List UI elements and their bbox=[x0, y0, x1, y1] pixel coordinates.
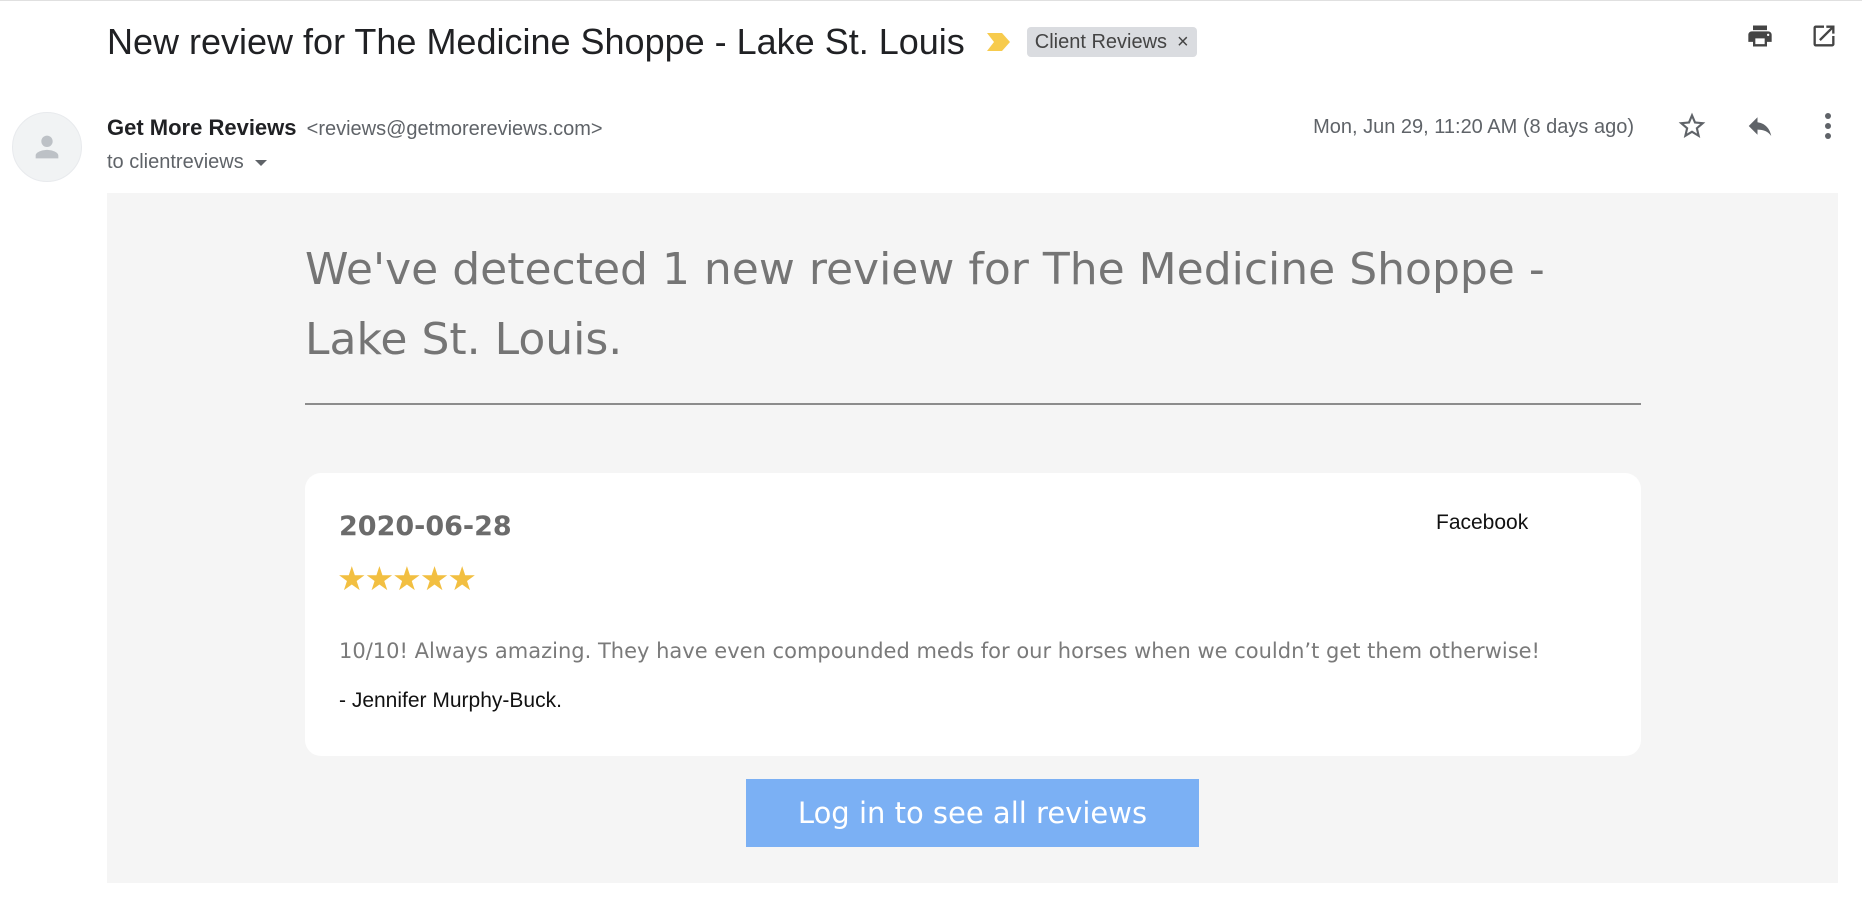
reply-icon[interactable] bbox=[1744, 110, 1776, 142]
label-chip-text: Client Reviews bbox=[1034, 30, 1168, 53]
review-card: 2020-06-28 Facebook ★★★★★ 10/10! Always … bbox=[305, 473, 1641, 756]
sender-line: Get More Reviews <reviews@getmorereviews… bbox=[107, 115, 603, 141]
subject-row: New review for The Medicine Shoppe - Lak… bbox=[107, 14, 1197, 70]
sender-avatar[interactable] bbox=[12, 112, 82, 182]
login-button[interactable]: Log in to see all reviews bbox=[746, 779, 1199, 847]
divider bbox=[305, 403, 1641, 405]
important-marker-icon[interactable] bbox=[985, 32, 1011, 52]
open-in-new-window-icon[interactable] bbox=[1808, 20, 1840, 52]
email-date: Mon, Jun 29, 11:20 AM (8 days ago) bbox=[1313, 116, 1634, 138]
sender-name[interactable]: Get More Reviews bbox=[107, 115, 297, 140]
default-avatar-icon bbox=[35, 135, 59, 159]
remove-label-button[interactable]: × bbox=[1177, 31, 1189, 54]
email-body: We've detected 1 new review for The Medi… bbox=[107, 193, 1838, 883]
recipient-details-toggle[interactable]: to clientreviews bbox=[107, 151, 268, 174]
sender-email: <reviews@getmorereviews.com> bbox=[306, 118, 603, 140]
caret-down-icon bbox=[254, 159, 267, 166]
email-subject: New review for The Medicine Shoppe - Lak… bbox=[107, 21, 965, 62]
review-source: Facebook bbox=[1436, 511, 1529, 534]
more-vertical-icon[interactable] bbox=[1812, 110, 1844, 142]
review-author: - Jennifer Murphy-Buck. bbox=[339, 689, 562, 712]
print-icon[interactable] bbox=[1744, 20, 1776, 52]
recipient-text: to clientreviews bbox=[107, 151, 244, 173]
label-chip: Client Reviews × bbox=[1026, 27, 1197, 57]
star-rating: ★★★★★ bbox=[337, 560, 477, 597]
message-actions bbox=[1676, 110, 1844, 142]
thread-actions bbox=[1744, 20, 1840, 52]
review-date: 2020-06-28 bbox=[339, 511, 512, 542]
star-outline-icon[interactable] bbox=[1676, 110, 1708, 142]
review-text: 10/10! Always amazing. They have even co… bbox=[339, 639, 1540, 663]
top-border bbox=[0, 0, 1862, 1]
headline: We've detected 1 new review for The Medi… bbox=[305, 244, 1545, 365]
